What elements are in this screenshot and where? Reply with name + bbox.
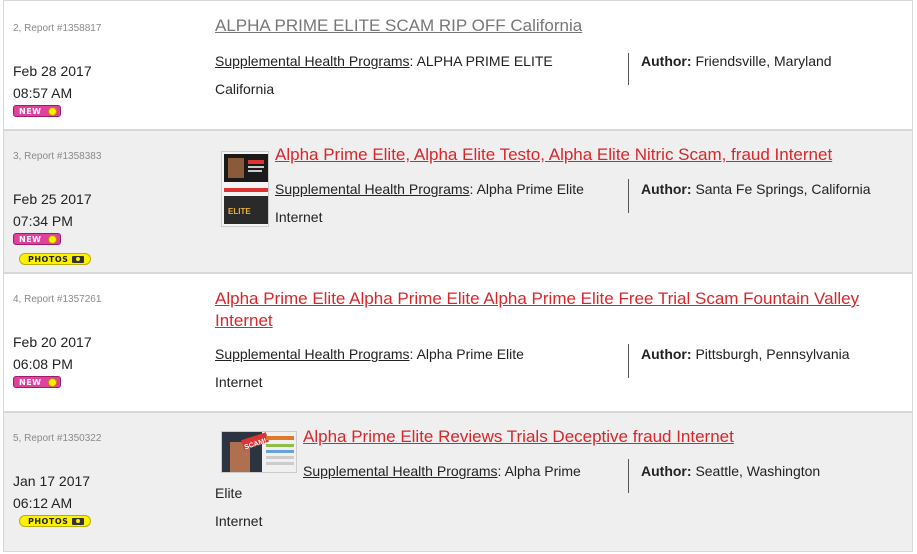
report-title-link[interactable]: Alpha Prime Elite Alpha Prime Elite Alph… <box>215 288 895 332</box>
category-link[interactable]: Supplemental Health Programs <box>303 463 498 479</box>
report-location-block: Internet <box>215 507 262 535</box>
report-company-cont: Elite <box>215 485 243 501</box>
report-row-1: 2, Report #1358817 Feb 28 2017 08:57 AM … <box>3 0 913 130</box>
divider <box>628 53 629 85</box>
dot-icon <box>48 378 57 387</box>
company-name: Alpha Prime <box>504 463 581 479</box>
report-meta: 2, Report #1358817 <box>13 23 101 34</box>
dot-icon <box>48 107 57 116</box>
report-id: 4, Report #1357261 <box>13 294 102 305</box>
report-category: Supplemental Health Programs: Alpha Prim… <box>215 340 595 396</box>
new-badge: NEW <box>13 376 61 388</box>
report-date-block: Jan 17 2017 06:12 AM PHOTOS <box>13 470 91 532</box>
report-author: Author: Friendsville, Maryland <box>641 53 832 69</box>
report-date: Feb 25 2017 <box>13 191 92 207</box>
report-time: 08:57 AM <box>13 85 73 101</box>
report-location: California <box>215 81 275 97</box>
report-meta: 5, Report #1350322 <box>13 433 101 444</box>
report-author: Author: Pittsburgh, Pennsylvania <box>641 346 850 362</box>
report-row-2: 3, Report #1358383 Feb 25 2017 07:34 PM … <box>3 130 913 273</box>
report-location: Internet <box>215 374 263 390</box>
report-id: 5, Report #1350322 <box>13 433 102 444</box>
photos-badge: PHOTOS <box>19 253 91 265</box>
svg-text:ELITE: ELITE <box>228 207 251 216</box>
report-thumbnail[interactable]: SCAM! <box>221 431 297 473</box>
new-badge: NEW <box>13 105 61 117</box>
report-row-4: 5, Report #1350322 Jan 17 2017 06:12 AM … <box>3 412 913 552</box>
report-author: Author: Seattle, Washington <box>641 463 821 479</box>
report-category: Supplemental Health Programs: ALPHA PRIM… <box>215 47 595 103</box>
company-name: Alpha Prime Elite <box>476 181 584 197</box>
report-time: 06:08 PM <box>13 356 73 372</box>
category-link[interactable]: Supplemental Health Programs <box>215 346 410 362</box>
report-time: 06:12 AM <box>13 495 73 511</box>
report-time: 07:34 PM <box>13 213 73 229</box>
photos-badge: PHOTOS <box>19 515 91 527</box>
report-row-3: 4, Report #1357261 Feb 20 2017 06:08 PM … <box>3 273 913 412</box>
divider <box>628 344 629 378</box>
report-title-link[interactable]: Alpha Prime Elite Reviews Trials Decepti… <box>303 426 734 448</box>
report-date-block: Feb 25 2017 07:34 PM NEW PHOTOS <box>13 188 92 270</box>
report-title-link[interactable]: ALPHA PRIME ELITE SCAM RIP OFF Californi… <box>215 15 582 37</box>
report-date: Feb 28 2017 <box>13 63 92 79</box>
report-category: Supplemental Health Programs: Alpha Prim… <box>275 175 615 231</box>
report-id: 3, Report #1358383 <box>13 151 102 162</box>
divider <box>628 459 629 493</box>
divider <box>628 179 629 213</box>
report-title-link[interactable]: Alpha Prime Elite, Alpha Elite Testo, Al… <box>275 144 832 166</box>
report-location: Internet <box>275 209 323 225</box>
report-author: Author: Santa Fe Springs, California <box>641 181 871 197</box>
report-meta: 4, Report #1357261 <box>13 294 101 305</box>
camera-icon <box>72 256 84 263</box>
category-link[interactable]: Supplemental Health Programs <box>275 181 470 197</box>
report-meta: 3, Report #1358383 <box>13 151 101 162</box>
dot-icon <box>48 235 57 244</box>
report-date-block: Feb 20 2017 06:08 PM NEW <box>13 331 92 393</box>
category-link[interactable]: Supplemental Health Programs <box>215 53 410 69</box>
report-date-block: Feb 28 2017 08:57 AM NEW <box>13 60 92 122</box>
report-location: Internet <box>215 513 263 529</box>
report-date: Feb 20 2017 <box>13 334 92 350</box>
report-date: Jan 17 2017 <box>13 473 91 489</box>
company-name: Alpha Prime Elite <box>416 346 524 362</box>
new-badge: NEW <box>13 233 61 245</box>
camera-icon <box>72 518 84 525</box>
report-id: 2, Report #1358817 <box>13 23 102 34</box>
company-name: ALPHA PRIME ELITE <box>416 53 553 69</box>
report-thumbnail[interactable]: ELITE <box>221 151 269 227</box>
report-category: Supplemental Health Programs: Alpha Prim… <box>303 463 581 479</box>
